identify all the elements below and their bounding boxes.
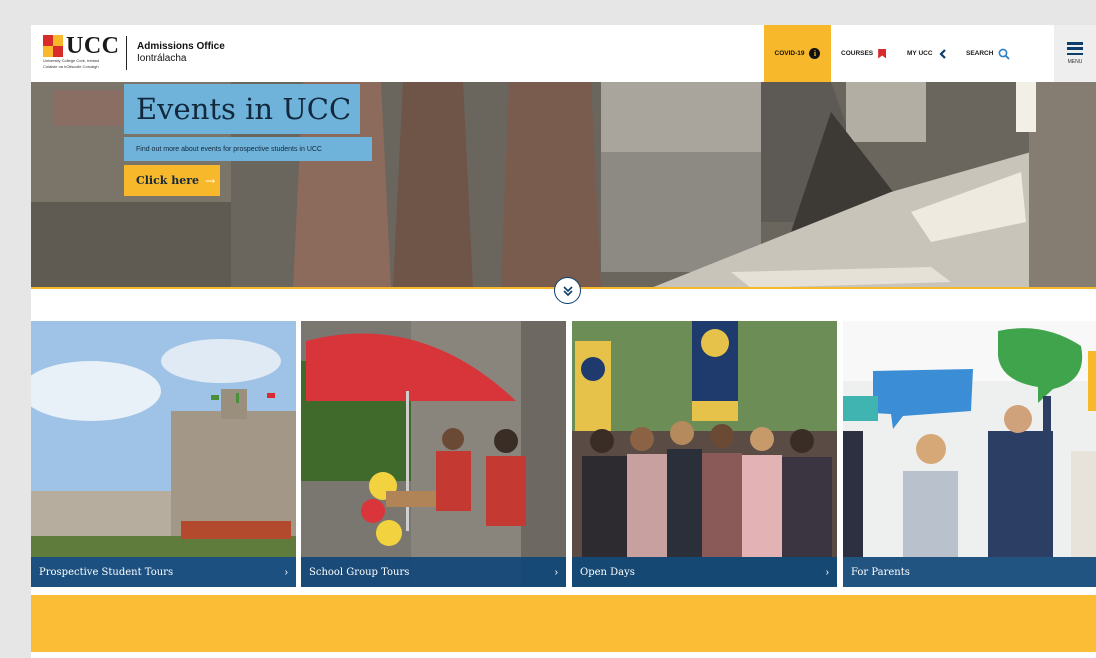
arrow-right-icon: → xyxy=(205,173,216,188)
hamburger-icon xyxy=(1067,42,1083,55)
nav-myucc-label: MY UCC xyxy=(907,50,933,57)
chevron-left-icon xyxy=(938,48,946,59)
menu-button[interactable]: MENU xyxy=(1054,25,1096,82)
card-title-bar: School Group Tours › xyxy=(301,557,566,587)
umbrella-stand-photo xyxy=(301,321,566,587)
logo-subtitle-irish: Coláiste na hOllscoile Corcaigh xyxy=(43,64,99,69)
search-icon xyxy=(999,48,1011,60)
info-icon: i xyxy=(809,48,821,59)
card-title: For Parents xyxy=(851,566,910,578)
nav-myucc-button[interactable]: MY UCC xyxy=(907,25,948,82)
card-prospective-student-tours[interactable]: Prospective Student Tours › xyxy=(31,321,296,587)
office-name[interactable]: Admissions Office Iontrálacha xyxy=(137,41,225,65)
logo-wordmark: UCC xyxy=(66,33,120,59)
card-title: Prospective Student Tours xyxy=(39,566,174,578)
menu-label: MENU xyxy=(1067,59,1083,65)
nav-courses-label: COURSES xyxy=(841,50,874,57)
chevron-right-icon: › xyxy=(825,566,829,578)
office-title: Admissions Office xyxy=(137,41,225,52)
ucc-crest-icon xyxy=(43,35,63,57)
card-title-bar: Prospective Student Tours › xyxy=(31,557,296,587)
card-title: School Group Tours xyxy=(309,566,410,578)
footer-band xyxy=(31,595,1096,652)
chevron-right-icon: › xyxy=(554,566,558,578)
scroll-down-button[interactable] xyxy=(554,277,581,304)
card-school-group-tours[interactable]: School Group Tours › xyxy=(301,321,566,587)
card-for-parents[interactable]: For Parents xyxy=(843,321,1096,587)
nav-covid-button[interactable]: COVID-19 i xyxy=(764,25,831,82)
card-title-bar: For Parents xyxy=(843,557,1096,587)
bookmark-icon xyxy=(878,48,887,59)
card-title-bar: Open Days › xyxy=(572,557,837,587)
campus-photo xyxy=(31,321,296,587)
chevron-right-icon: › xyxy=(284,566,288,578)
admissions-page: UCC University College Cork, Ireland Col… xyxy=(31,25,1096,658)
nav-search-button[interactable]: SEARCH xyxy=(966,25,1011,82)
header-divider xyxy=(126,36,127,70)
nav-courses-button[interactable]: COURSES xyxy=(841,25,887,82)
nav-covid-label: COVID-19 xyxy=(774,50,805,57)
logo-subtitle: University College Cork, Ireland xyxy=(43,58,100,63)
hero-description: Find out more about events for prospecti… xyxy=(124,137,372,161)
card-open-days[interactable]: Open Days › xyxy=(572,321,837,587)
hero-banner: Events in UCC Find out more about events… xyxy=(31,82,1096,288)
site-header: UCC University College Cork, Ireland Col… xyxy=(31,25,1096,82)
hero-cta-button[interactable]: Click here → xyxy=(124,165,220,196)
office-subtitle: Iontrálacha xyxy=(137,53,187,64)
double-chevron-down-icon xyxy=(562,285,573,296)
nav-search-label: SEARCH xyxy=(966,50,994,57)
hero-title: Events in UCC xyxy=(124,84,360,134)
hero-cta-label: Click here xyxy=(136,174,200,187)
ucc-logo[interactable]: UCC University College Cork, Ireland Col… xyxy=(43,33,127,73)
open-day-crowd-photo xyxy=(572,321,837,587)
parents-photo xyxy=(843,321,1096,587)
card-title: Open Days xyxy=(580,566,635,578)
